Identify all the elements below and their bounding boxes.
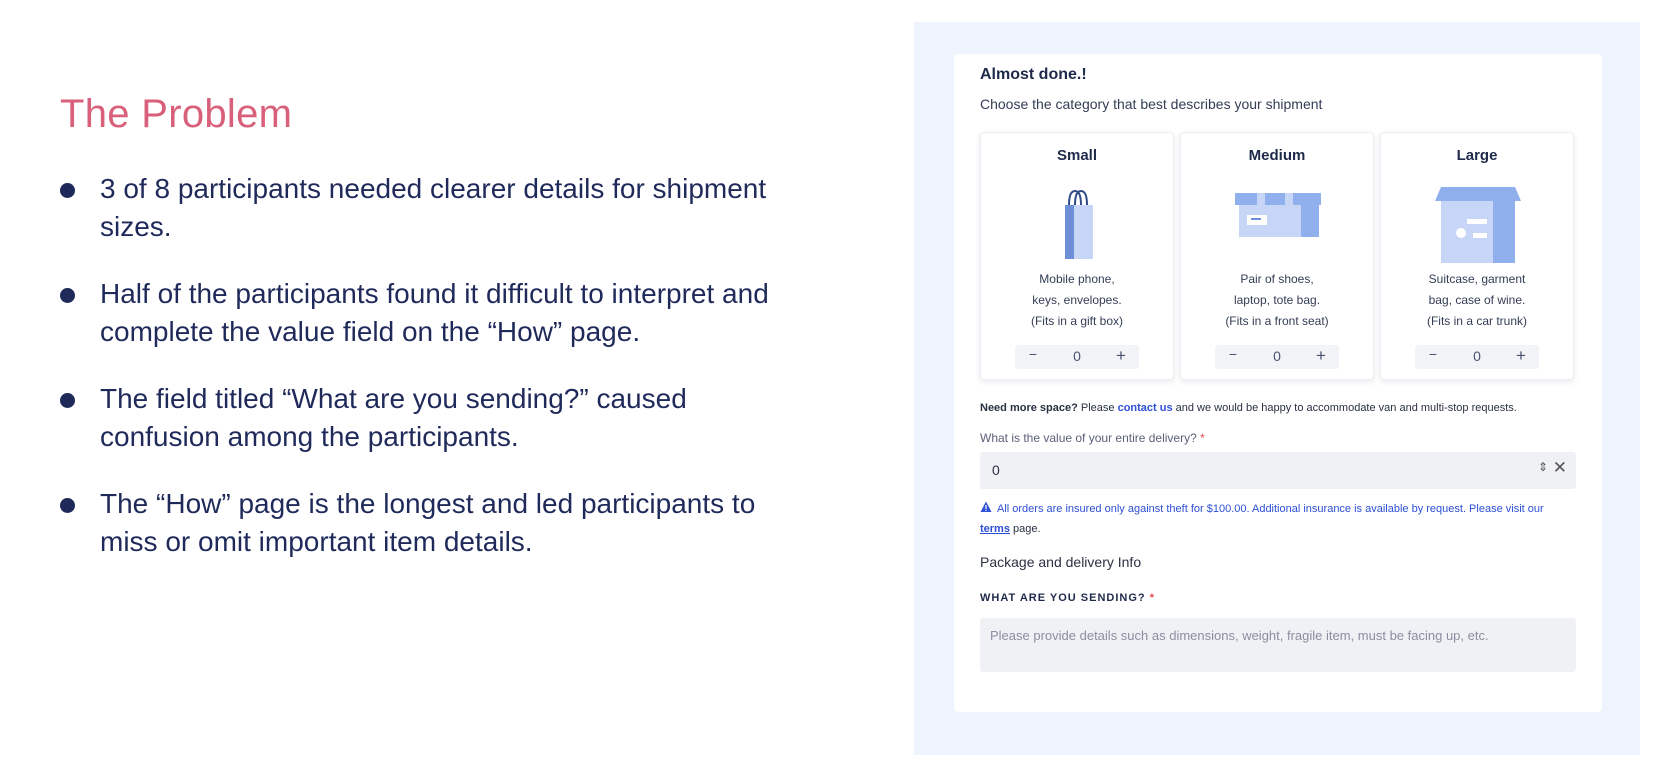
flat-box-icon bbox=[1235, 193, 1321, 237]
terms-link[interactable]: terms bbox=[980, 523, 1010, 535]
textarea-placeholder: Please provide details such as dimension… bbox=[990, 628, 1489, 643]
insurance-notice: All orders are insured only against thef… bbox=[980, 499, 1576, 539]
size-desc-line: bag, case of wine. bbox=[1428, 293, 1526, 307]
size-desc-line: (Fits in a gift box) bbox=[1030, 314, 1124, 328]
increment-button[interactable]: + bbox=[1311, 346, 1331, 366]
bullet-item: 3 of 8 participants needed clearer detai… bbox=[60, 170, 800, 246]
bullet-item: The field titled “What are you sending?”… bbox=[60, 380, 800, 456]
bullet-item: Half of the participants found it diffic… bbox=[60, 275, 800, 351]
size-description: Pair of shoes, laptop, tote bag. (Fits i… bbox=[1181, 269, 1373, 332]
size-name: Medium bbox=[1248, 147, 1306, 164]
required-mark: * bbox=[1200, 431, 1205, 445]
size-name: Small bbox=[1056, 147, 1098, 164]
warning-icon bbox=[980, 501, 992, 512]
bullet-dot-icon bbox=[60, 288, 75, 303]
section-heading: Package and delivery Info bbox=[980, 554, 1142, 570]
need-more-space-note: Need more space? Please contact us and w… bbox=[980, 402, 1517, 414]
shopping-bag-icon bbox=[1065, 189, 1093, 259]
size-option-small[interactable]: Small Mobile phone, keys, envelopes. (Fi… bbox=[980, 132, 1174, 380]
increment-button[interactable]: + bbox=[1511, 346, 1531, 366]
form-subtitle: Choose the category that best describes … bbox=[980, 96, 1323, 112]
size-description: Mobile phone, keys, envelopes. (Fits in … bbox=[981, 269, 1173, 332]
large-quantity-stepper: − 0 + bbox=[1415, 345, 1539, 369]
what-are-you-sending-textarea[interactable]: Please provide details such as dimension… bbox=[980, 618, 1576, 672]
size-desc-line: Pair of shoes, bbox=[1240, 272, 1314, 286]
slide-title: The Problem bbox=[60, 92, 293, 136]
size-option-large[interactable]: Large Suitcase, garment bag, case of win… bbox=[1380, 132, 1574, 380]
value-input-text: 0 bbox=[992, 462, 1000, 478]
sending-label-text: WHAT ARE YOU SENDING? bbox=[980, 592, 1146, 604]
bullet-text: 3 of 8 participants needed clearer detai… bbox=[100, 173, 767, 242]
sending-field-label: WHAT ARE YOU SENDING? * bbox=[980, 592, 1155, 604]
delivery-value-input[interactable]: 0 ⇕ ✕ bbox=[980, 452, 1576, 489]
value-field-label: What is the value of your entire deliver… bbox=[980, 431, 1205, 445]
bullet-text: The “How” page is the longest and led pa… bbox=[100, 488, 756, 557]
size-desc-line: (Fits in a car trunk) bbox=[1426, 314, 1528, 328]
shipment-form-card: Almost done.! Choose the category that b… bbox=[954, 54, 1602, 712]
bullet-dot-icon bbox=[60, 393, 75, 408]
need-space-pre: Please bbox=[1077, 402, 1118, 414]
size-description: Suitcase, garment bag, case of wine. (Fi… bbox=[1381, 269, 1573, 332]
need-space-post: and we would be happy to accommodate van… bbox=[1172, 402, 1517, 414]
size-desc-line: (Fits in a front seat) bbox=[1225, 314, 1329, 328]
size-name: Large bbox=[1456, 147, 1498, 164]
small-quantity-stepper: − 0 + bbox=[1015, 345, 1139, 369]
form-title: Almost done.! bbox=[980, 66, 1087, 83]
contact-us-link[interactable]: contact us bbox=[1118, 402, 1173, 414]
size-desc-line: keys, envelopes. bbox=[1032, 293, 1122, 307]
size-option-medium[interactable]: Medium Pair of shoes, laptop, tote bag. … bbox=[1180, 132, 1374, 380]
bullet-text: Half of the participants found it diffic… bbox=[100, 278, 769, 347]
open-box-icon bbox=[1435, 187, 1521, 263]
increment-button[interactable]: + bbox=[1111, 346, 1131, 366]
problem-bullet-list: 3 of 8 participants needed clearer detai… bbox=[60, 170, 800, 590]
spinner-arrows-icon[interactable]: ⇕ bbox=[1538, 460, 1548, 474]
bullet-item: The “How” page is the longest and led pa… bbox=[60, 485, 800, 561]
required-mark: * bbox=[1149, 592, 1155, 604]
value-label-text: What is the value of your entire deliver… bbox=[980, 431, 1197, 445]
bullet-text: The field titled “What are you sending?”… bbox=[100, 383, 687, 452]
notice-text: All orders are insured only against thef… bbox=[997, 503, 1544, 515]
size-desc-line: laptop, tote bag. bbox=[1233, 293, 1321, 307]
need-space-bold: Need more space? bbox=[980, 402, 1078, 414]
size-desc-line: Mobile phone, bbox=[1039, 272, 1115, 286]
notice-tail: page. bbox=[1009, 523, 1041, 535]
bullet-dot-icon bbox=[60, 498, 75, 513]
medium-quantity-stepper: − 0 + bbox=[1215, 345, 1339, 369]
size-desc-line: Suitcase, garment bbox=[1428, 272, 1526, 286]
clear-icon[interactable]: ✕ bbox=[1553, 458, 1567, 478]
bullet-dot-icon bbox=[60, 183, 75, 198]
